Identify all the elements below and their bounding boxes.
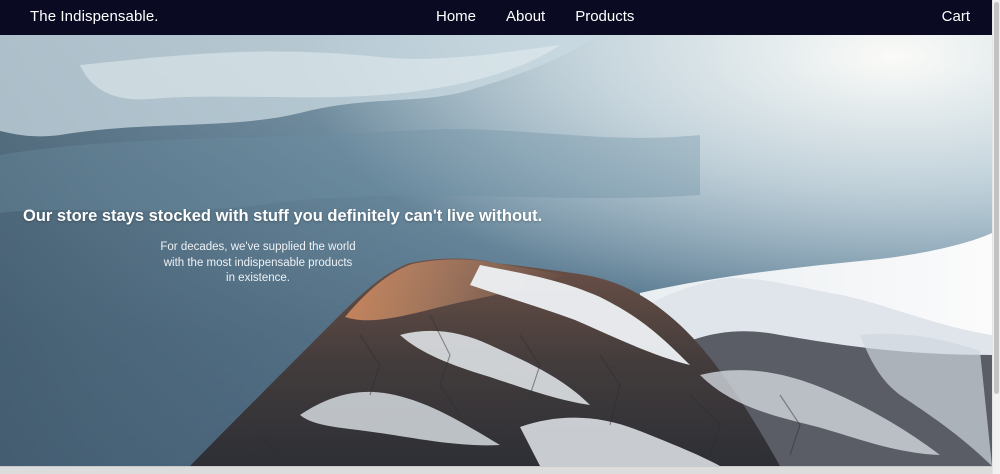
vertical-scrollbar[interactable] — [992, 0, 1000, 474]
nav-link-home[interactable]: Home — [436, 8, 476, 25]
brand-logo-text[interactable]: The Indispensable. — [30, 8, 159, 25]
nav-link-about[interactable]: About — [506, 8, 545, 25]
nav-links: Home About Products — [436, 8, 634, 25]
horizontal-scrollbar[interactable] — [0, 466, 992, 474]
top-navbar: The Indispensable. Home About Products C… — [0, 0, 992, 35]
hero-background-image — [0, 35, 992, 466]
scrollbar-thumb[interactable] — [994, 2, 999, 394]
nav-link-products[interactable]: Products — [575, 8, 634, 25]
hero-section: Our store stays stocked with stuff you d… — [0, 35, 992, 466]
cart-link[interactable]: Cart — [942, 8, 970, 25]
hero-subtext: For decades, we've supplied the world wi… — [160, 241, 356, 284]
hero-heading: Our store stays stocked with stuff you d… — [23, 207, 543, 225]
page: The Indispensable. Home About Products C… — [0, 0, 1000, 474]
